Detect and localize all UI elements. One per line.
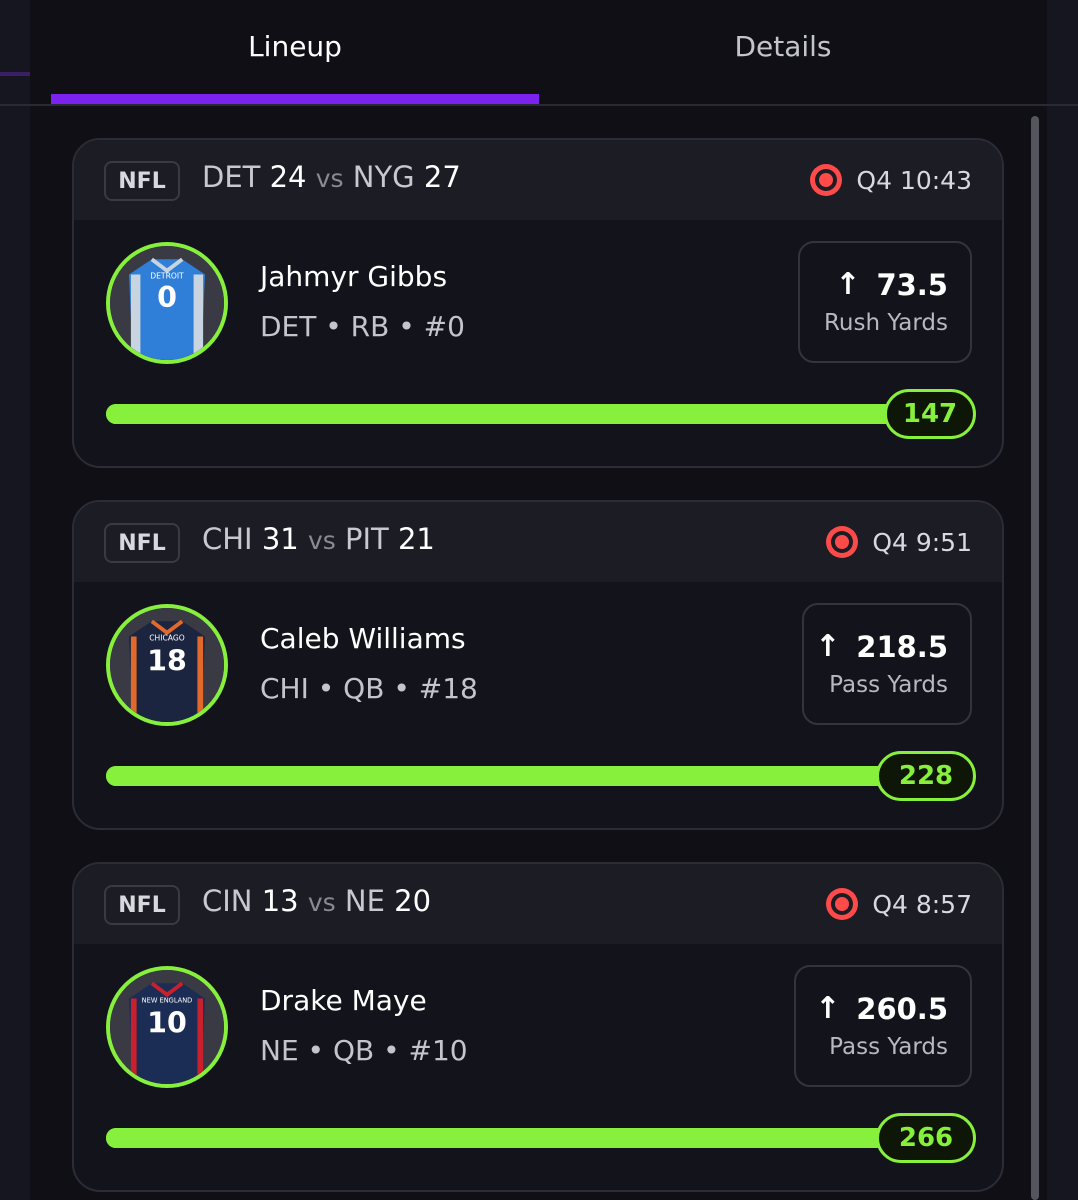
score-a: 31 <box>261 522 299 556</box>
stat-label: Pass Yards <box>829 1034 948 1060</box>
game-header: NFL DET 24 vs NYG 27 Q4 10:43 <box>74 140 1002 220</box>
up-arrow-icon: ↑ <box>815 629 841 664</box>
jersey-number: 0 <box>157 281 177 314</box>
player-name: Caleb Williams <box>260 622 466 655</box>
matchup: CIN 13 vs NE 20 <box>202 884 431 918</box>
progress-fill <box>106 1128 972 1148</box>
tab-lineup[interactable]: Lineup <box>51 0 539 104</box>
game-clock: Q4 9:51 <box>826 526 972 558</box>
player-meta: DET • RB • #0 <box>260 310 465 343</box>
jersey-icon: CHICAGO 18 <box>110 608 224 722</box>
stat-line-box[interactable]: ↑ 218.5 Pass Yards <box>802 603 972 725</box>
tab-details[interactable]: Details <box>539 0 1027 104</box>
player-avatar: CHICAGO 18 <box>106 604 228 726</box>
league-badge: NFL <box>104 161 180 201</box>
right-edge <box>1047 0 1078 1200</box>
live-icon <box>810 164 843 196</box>
clock-text: Q4 9:51 <box>872 527 972 557</box>
player-avatar: NEW ENGLAND 10 <box>106 966 228 1088</box>
tab-bar: Lineup Details <box>30 0 1047 106</box>
league-badge: NFL <box>104 885 180 925</box>
stat-label: Rush Yards <box>823 310 948 336</box>
live-icon <box>826 888 859 920</box>
stat-line-box[interactable]: ↑ 73.5 Rush Yards <box>798 241 972 363</box>
player-meta: CHI • QB • #18 <box>260 672 478 705</box>
left-edge-divider <box>0 104 30 106</box>
current-value-badge: 266 <box>876 1113 976 1163</box>
jersey-team-text: CHICAGO <box>149 633 184 642</box>
right-edge-divider <box>1047 104 1078 106</box>
pick-card[interactable]: NFL CHI 31 vs PIT 21 Q4 9:51 CHICAGO 18 … <box>72 500 1004 830</box>
current-value-badge: 147 <box>884 389 976 439</box>
team-b: PIT <box>345 522 389 556</box>
progress-fill <box>106 766 972 786</box>
matchup: CHI 31 vs PIT 21 <box>202 522 435 556</box>
active-tab-indicator <box>51 94 539 104</box>
score-b: 21 <box>397 522 435 556</box>
game-header: NFL CHI 31 vs PIT 21 Q4 9:51 <box>74 502 1002 582</box>
team-b: NE <box>344 884 385 918</box>
score-b: 27 <box>423 160 461 194</box>
stat-line-value: 260.5 <box>856 991 948 1026</box>
pick-card[interactable]: NFL CIN 13 vs NE 20 Q4 8:57 NEW ENGLAND <box>72 862 1004 1192</box>
jersey-team-text: NEW ENGLAND <box>142 996 193 1004</box>
stat-line-value: 73.5 <box>876 267 948 302</box>
jersey-icon: DETROIT 0 <box>110 246 224 360</box>
team-a: DET <box>202 160 261 194</box>
matchup: DET 24 vs NYG 27 <box>202 160 461 194</box>
progress-bar <box>106 404 972 424</box>
progress-bar <box>106 1128 972 1148</box>
jersey-number: 10 <box>147 1007 187 1040</box>
up-arrow-icon: ↑ <box>835 267 861 302</box>
team-a: CIN <box>202 884 253 918</box>
live-icon <box>826 526 859 558</box>
vs-label: vs <box>307 526 336 555</box>
game-clock: Q4 8:57 <box>826 888 972 920</box>
left-edge-accent <box>0 72 30 76</box>
jersey-team-text: DETROIT <box>150 271 184 280</box>
score-a: 13 <box>261 884 299 918</box>
clock-text: Q4 10:43 <box>856 165 972 195</box>
progress-fill <box>106 404 972 424</box>
team-a: CHI <box>202 522 253 556</box>
left-edge <box>0 0 30 1200</box>
vs-label: vs <box>307 888 336 917</box>
player-meta: NE • QB • #10 <box>260 1034 468 1067</box>
lineup-panel: Lineup Details NFL DET 24 vs NYG 27 Q4 1… <box>30 0 1047 1200</box>
current-value-badge: 228 <box>876 751 976 801</box>
progress-bar <box>106 766 972 786</box>
score-a: 24 <box>269 160 307 194</box>
jersey-number: 18 <box>147 645 187 678</box>
stat-line-value: 218.5 <box>856 629 948 664</box>
clock-text: Q4 8:57 <box>872 889 972 919</box>
player-name: Drake Maye <box>260 984 427 1017</box>
scrollbar[interactable] <box>1031 116 1039 1200</box>
game-clock: Q4 10:43 <box>810 164 972 196</box>
score-b: 20 <box>394 884 432 918</box>
vs-label: vs <box>315 164 344 193</box>
pick-card[interactable]: NFL DET 24 vs NYG 27 Q4 10:43 DETROIT 0 … <box>72 138 1004 468</box>
league-badge: NFL <box>104 523 180 563</box>
game-header: NFL CIN 13 vs NE 20 Q4 8:57 <box>74 864 1002 944</box>
stat-label: Pass Yards <box>829 672 948 698</box>
stat-line-box[interactable]: ↑ 260.5 Pass Yards <box>794 965 972 1087</box>
up-arrow-icon: ↑ <box>815 991 841 1026</box>
player-name: Jahmyr Gibbs <box>260 260 448 293</box>
team-b: NYG <box>352 160 415 194</box>
jersey-icon: NEW ENGLAND 10 <box>110 970 224 1084</box>
player-avatar: DETROIT 0 <box>106 242 228 364</box>
